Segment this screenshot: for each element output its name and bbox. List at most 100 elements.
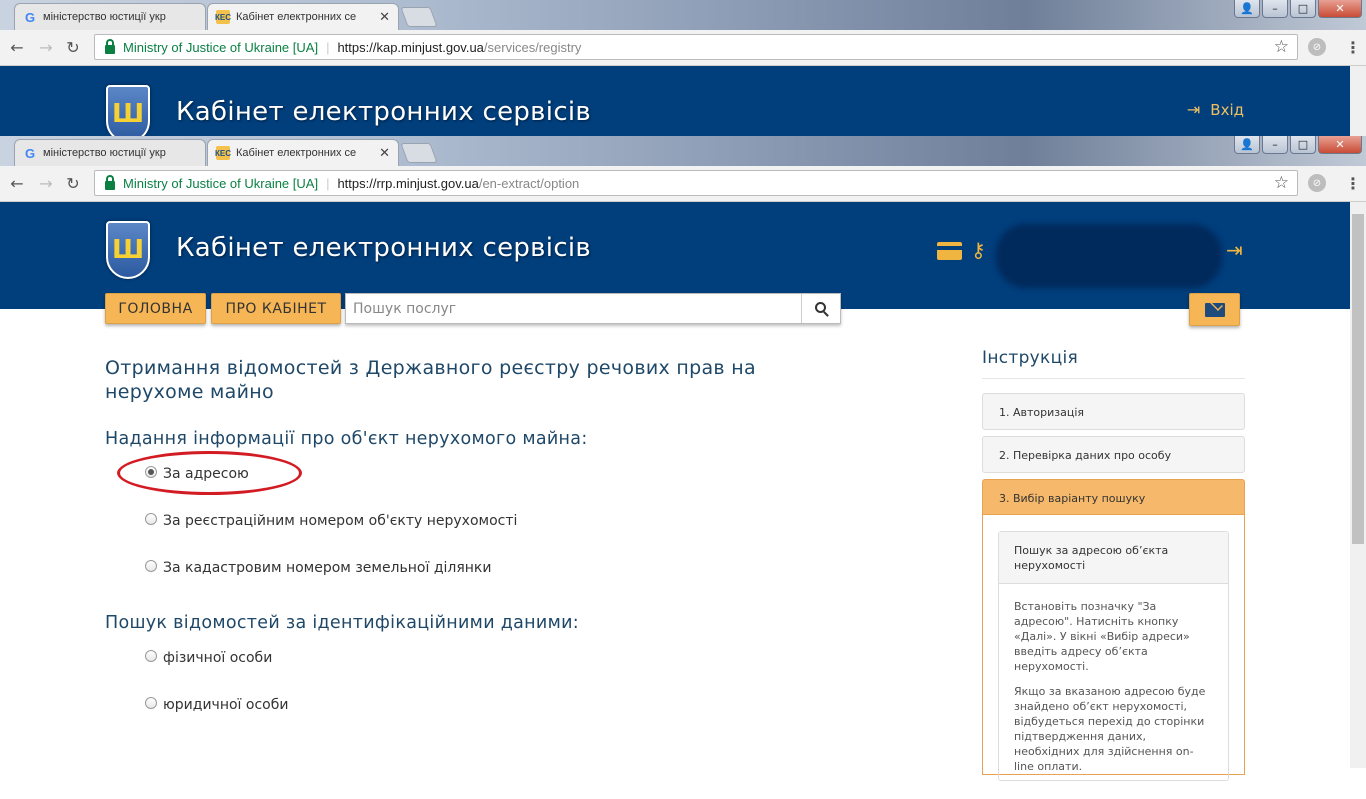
bookmark-star-icon[interactable]: ☆: [1274, 173, 1289, 193]
radio-button[interactable]: [145, 513, 157, 525]
extension-icon[interactable]: ⊘: [1308, 174, 1326, 192]
tab-title: Кабінет електронних се: [236, 11, 357, 23]
page-scrollbar[interactable]: [1350, 202, 1366, 768]
forward-arrow-icon[interactable]: →: [35, 38, 57, 57]
scrollbar-thumb[interactable]: [1352, 214, 1364, 544]
divider: |: [326, 175, 330, 191]
section-title-object: Надання інформації про об'єкт нерухомого…: [105, 429, 588, 449]
site-title: Кабінет електронних сервісів: [176, 233, 592, 263]
site-identity: Ministry of Justice of Ukraine [UA]: [123, 175, 319, 191]
panel-text: Встановіть позначку "За адресою". Натисн…: [1014, 600, 1190, 673]
tab-strip: G міністерство юстиції укр КЕС Кабінет е…: [0, 0, 1366, 30]
maximize-button[interactable]: □: [1290, 0, 1316, 18]
tab-google[interactable]: G міністерство юстиції укр: [14, 139, 206, 166]
extension-icon[interactable]: ⊘: [1308, 38, 1326, 56]
panel-body: Встановіть позначку "За адресою". Натисн…: [999, 584, 1228, 799]
back-site-header: Ш Кабінет електронних сервісів ⇥ Вхід: [0, 66, 1350, 143]
minimize-button[interactable]: –: [1262, 0, 1288, 18]
url-path: /services/registry: [483, 39, 582, 55]
search-button[interactable]: [801, 294, 840, 323]
url-path: /en-extract/option: [478, 175, 580, 191]
tab-cabinet[interactable]: КЕС Кабінет електронних се ✕: [207, 139, 399, 166]
reload-icon[interactable]: ↻: [62, 174, 84, 193]
new-tab-button[interactable]: [400, 143, 438, 163]
envelope-icon: [1204, 302, 1225, 317]
menu-icon[interactable]: ⋮: [1345, 38, 1361, 57]
messages-button[interactable]: [1189, 293, 1240, 326]
login-label: Вхід: [1210, 100, 1244, 119]
close-tab-icon[interactable]: ✕: [379, 9, 390, 25]
minimize-button[interactable]: –: [1262, 136, 1288, 154]
service-search: [345, 293, 841, 324]
step-person-check[interactable]: 2. Перевірка даних про особу: [982, 436, 1245, 473]
red-highlight-ellipse: [117, 451, 302, 495]
google-icon: G: [24, 145, 36, 161]
close-window-button[interactable]: ✕: [1318, 136, 1362, 154]
lock-icon: [105, 174, 115, 190]
site-title: Кабінет електронних сервісів: [176, 97, 592, 127]
radio-button[interactable]: [145, 650, 157, 662]
radio-label: юридичної особи: [163, 697, 289, 713]
window-controls: 👤 – □ ✕: [1234, 0, 1362, 18]
search-icon: [814, 302, 826, 313]
url-host: https://kap.minjust.gov.ua: [337, 39, 484, 55]
back-arrow-icon[interactable]: ←: [6, 174, 28, 193]
back-browser-chrome: G міністерство юстиції укр КЕС Кабінет е…: [0, 0, 1366, 66]
user-icon[interactable]: 👤: [1234, 0, 1260, 18]
close-tab-icon[interactable]: ✕: [379, 145, 390, 161]
user-icon[interactable]: 👤: [1234, 136, 1260, 154]
payment-card-icon[interactable]: [937, 242, 962, 260]
reload-icon[interactable]: ↻: [62, 38, 84, 57]
divider: |: [326, 39, 330, 55]
radio-label: За реєстраційним номером об'єкту нерухом…: [163, 513, 518, 529]
radio-label: За кадастровим номером земельної ділянки: [163, 560, 492, 576]
bookmark-star-icon[interactable]: ☆: [1274, 37, 1289, 57]
about-button[interactable]: ПРО КАБІНЕТ: [211, 293, 341, 324]
home-button[interactable]: ГОЛОВНА: [105, 293, 206, 324]
logout-icon[interactable]: ⇥: [1226, 238, 1243, 262]
instruction-panel: Пошук за адресою об’єкта нерухомості Вст…: [998, 531, 1229, 781]
kes-icon: КЕС: [215, 10, 231, 24]
menu-icon[interactable]: ⋮: [1345, 174, 1361, 193]
browser-toolbar: ← → ↻ Ministry of Justice of Ukraine [UA…: [0, 166, 1366, 202]
google-icon: G: [24, 9, 36, 25]
tab-title: Кабінет електронних се: [236, 147, 357, 159]
radio-individual[interactable]: фізичної особи: [145, 650, 272, 666]
divider: [982, 378, 1245, 379]
instructions-title: Інструкція: [982, 348, 1079, 368]
page-title: Отримання відомостей з Державного реєстр…: [105, 357, 756, 403]
radio-label: фізичної особи: [163, 650, 273, 666]
tab-title: міністерство юстиції укр: [43, 11, 166, 23]
browser-chrome: G міністерство юстиції укр КЕС Кабінет е…: [0, 136, 1366, 202]
url-host: https://rrp.minjust.gov.ua: [337, 175, 479, 191]
step-search-option[interactable]: 3. Вибір варіанту пошуку: [982, 479, 1245, 515]
radio-by-cadastral-number[interactable]: За кадастровим номером земельної ділянки: [145, 560, 491, 576]
panel-text: Якщо за вказаною адресою буде знайдено о…: [1014, 685, 1206, 773]
search-input[interactable]: [346, 294, 801, 323]
back-scrollbar[interactable]: [1350, 66, 1366, 136]
browser-toolbar: ← → ↻ Ministry of Justice of Ukraine [UA…: [0, 30, 1366, 66]
address-bar[interactable]: Ministry of Justice of Ukraine [UA] | ht…: [94, 170, 1298, 196]
step-authorization[interactable]: 1. Авторизація: [982, 393, 1245, 430]
tab-google[interactable]: G міністерство юстиції укр: [14, 3, 206, 30]
forward-arrow-icon[interactable]: →: [35, 174, 57, 193]
tab-strip: G міністерство юстиції укр КЕС Кабінет е…: [0, 136, 1366, 166]
radio-button[interactable]: [145, 560, 157, 572]
radio-by-registration-number[interactable]: За реєстраційним номером об'єкту нерухом…: [145, 513, 517, 529]
coat-of-arms-icon: Ш: [106, 85, 150, 143]
lock-icon: [105, 38, 115, 54]
maximize-button[interactable]: □: [1290, 136, 1316, 154]
tab-cabinet[interactable]: КЕС Кабінет електронних се ✕: [207, 3, 399, 30]
radio-button[interactable]: [145, 697, 157, 709]
back-arrow-icon[interactable]: ←: [6, 38, 28, 57]
address-bar[interactable]: Ministry of Justice of Ukraine [UA] | ht…: [94, 34, 1298, 60]
login-link[interactable]: ⇥ Вхід: [1187, 100, 1244, 119]
new-tab-button[interactable]: [400, 7, 438, 27]
radio-legal-entity[interactable]: юридичної особи: [145, 697, 288, 713]
tab-title: міністерство юстиції укр: [43, 147, 166, 159]
site-identity: Ministry of Justice of Ukraine [UA]: [123, 39, 319, 55]
section-title-identification: Пошук відомостей за ідентифікаційними да…: [105, 613, 579, 633]
key-icon[interactable]: ⚷: [971, 238, 986, 262]
close-window-button[interactable]: ✕: [1318, 0, 1362, 18]
kes-icon: КЕС: [215, 146, 231, 160]
